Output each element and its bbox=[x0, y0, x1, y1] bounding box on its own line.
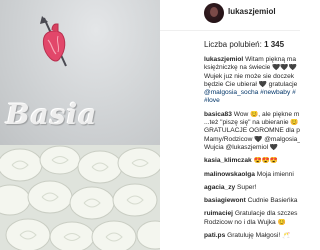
comment-text: Mamy/Rodzicow 🖤 @malgosia_so bbox=[204, 135, 300, 143]
comment-username[interactable]: ruimaciej bbox=[204, 210, 233, 217]
comment-text: 😍😍😍 bbox=[253, 157, 279, 165]
list-item: kasia_klimczak 😍😍😍 bbox=[204, 157, 300, 165]
list-item: basiagiewont Cudnie Basieńka bbox=[204, 197, 300, 205]
likes-number: 1 345 bbox=[264, 40, 285, 49]
comment-text: Rodzicow no i dla Wujka 😊 bbox=[204, 218, 286, 226]
comment-text: Super! bbox=[237, 183, 257, 191]
likes-label: Liczba polubień: bbox=[204, 40, 262, 49]
caption-line: księżniczkę na świecie 🖤🖤🖤 bbox=[204, 64, 297, 72]
list-item: basica83 Wow 😊, ale piękne m ...też "pis… bbox=[204, 111, 300, 152]
anatomical-heart-icon bbox=[40, 16, 67, 67]
comment-text: Gratulacje dla szczes bbox=[234, 210, 298, 218]
post-header: lukaszjemiol bbox=[160, 0, 300, 26]
caption-line: Wujek juz nie może sie doczek bbox=[204, 72, 295, 80]
instagram-post: Basia lukaszjemiol Liczba polubień: 1 34… bbox=[0, 0, 300, 250]
likes-count[interactable]: Liczba polubień: 1 345 bbox=[204, 40, 284, 49]
caption-comment: lukaszjemiol Witam piękną ma księżniczkę… bbox=[204, 56, 300, 106]
comment-text: GRATULACJE OGROMNE dla p bbox=[204, 127, 300, 135]
comment-text: Wujcia @lukaszjemiol 🖤 bbox=[204, 143, 279, 151]
comment-text: Gratuluję Małgosi! 🥂 bbox=[227, 232, 291, 240]
embroidered-name: Basia bbox=[6, 98, 98, 131]
comment-username[interactable]: agacia_zy bbox=[204, 184, 235, 191]
header-username[interactable]: lukaszjemiol bbox=[228, 7, 276, 16]
caption-line: Witam piękną ma bbox=[245, 56, 296, 63]
post-photo[interactable]: Basia bbox=[0, 0, 160, 250]
caption-line: będzie Cie ubierał 🖤 gratulacje bbox=[204, 80, 298, 88]
post-sidebar: lukaszjemiol Liczba polubień: 1 345 luka… bbox=[160, 0, 300, 250]
white-roses-bouquet bbox=[0, 145, 160, 250]
comment-text: Moja imienni bbox=[256, 170, 294, 178]
list-item: pati.ps Gratuluję Małgosi! 🥂 bbox=[204, 232, 300, 240]
list-item: ruimaciej Gratulacje dla szczes Rodzicow… bbox=[204, 210, 300, 227]
divider bbox=[160, 30, 300, 31]
comment-username[interactable]: basiagiewont bbox=[204, 197, 246, 204]
caption-hashtag-line[interactable]: #love bbox=[204, 97, 300, 105]
comment-username[interactable]: lukaszjemiol bbox=[204, 56, 243, 63]
avatar[interactable] bbox=[204, 3, 224, 23]
comment-text: ...też "piszę się" na ubieranie 😊 bbox=[204, 119, 299, 127]
comment-username[interactable]: kasia_klimczak bbox=[204, 157, 252, 164]
comment-text: Cudnie Basieńka bbox=[247, 197, 298, 205]
list-item: malinowskaolga Moja imienni bbox=[204, 171, 300, 179]
caption-mention-line[interactable]: @malgosia_socha #newbaby # bbox=[204, 89, 300, 97]
list-item: agacia_zy Super! bbox=[204, 184, 300, 192]
comment-username[interactable]: malinowskaolga bbox=[204, 171, 255, 178]
comments-list: lukaszjemiol Witam piękną ma księżniczkę… bbox=[204, 56, 300, 250]
comment-username[interactable]: basica83 bbox=[204, 111, 232, 118]
comment-username[interactable]: pati.ps bbox=[204, 232, 225, 239]
comment-text: Wow 😊, ale piękne m bbox=[233, 110, 300, 118]
